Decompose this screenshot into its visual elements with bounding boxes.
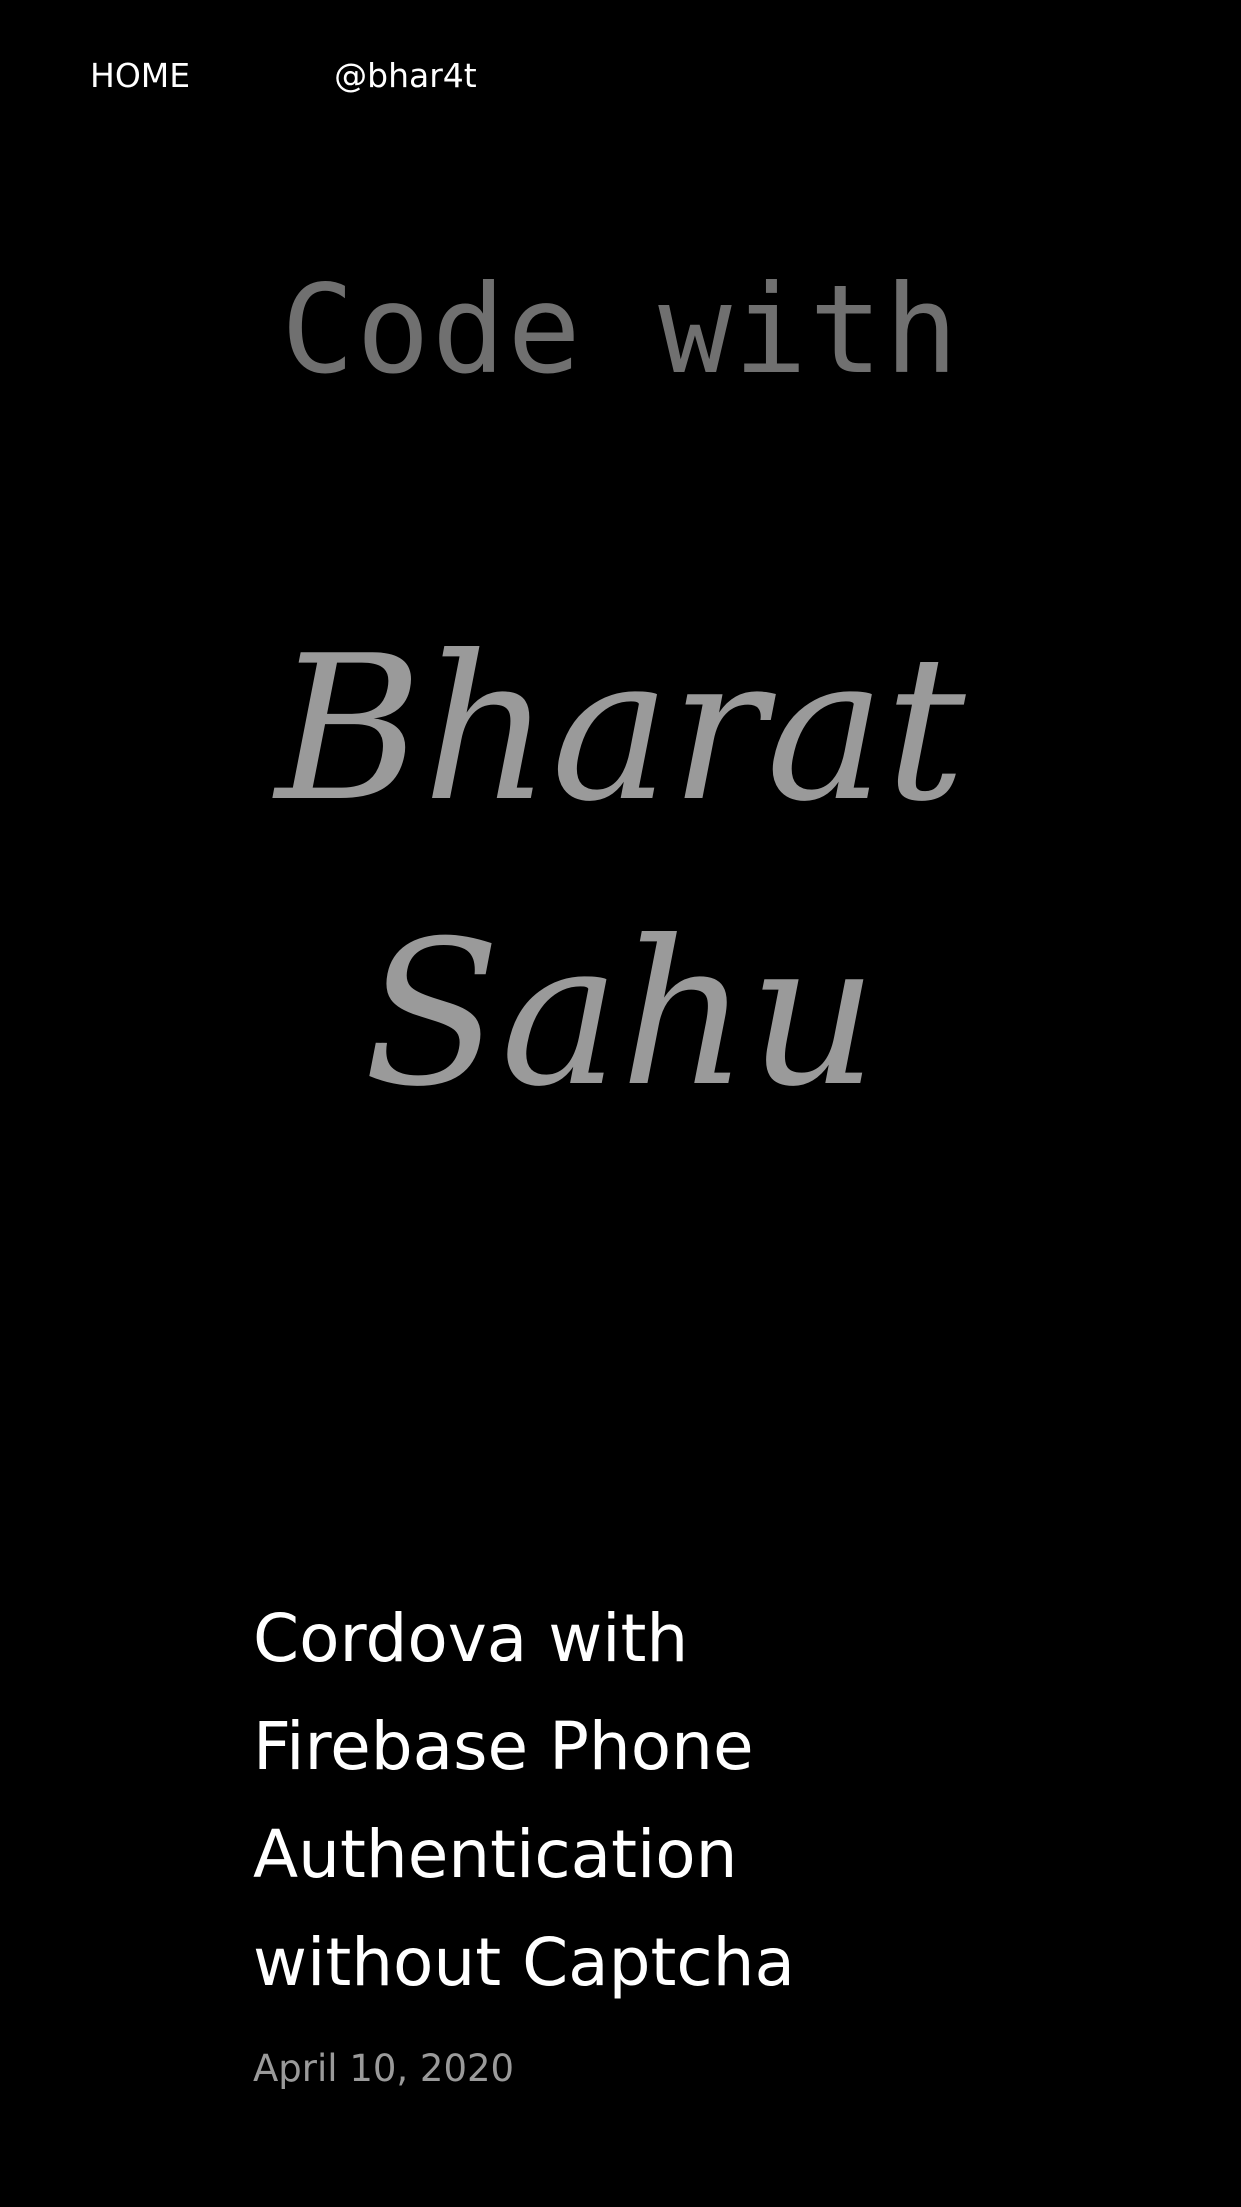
post-date: April 10, 2020 [253, 2047, 515, 2090]
nav-home-link[interactable]: HOME [90, 56, 190, 95]
post-title-link[interactable]: Cordova with Firebase Phone Authenticati… [253, 1600, 795, 2001]
top-nav: HOME @bhar4t [90, 50, 477, 100]
post-title-line: without Captcha [253, 1924, 795, 2001]
hero-code-with: Code with [280, 259, 961, 401]
hero-last-name: Sahu [363, 898, 878, 1131]
nav-handle-link[interactable]: @bhar4t [334, 56, 477, 95]
post-title-line: Firebase Phone [253, 1708, 754, 1785]
post-title: Cordova with Firebase Phone Authenticati… [253, 1585, 973, 2017]
post-title-line: Authentication [253, 1816, 738, 1893]
post-title-line: Cordova with [253, 1600, 689, 1677]
hero-first-name: Bharat [275, 613, 966, 846]
post-card: Cordova with Firebase Phone Authenticati… [253, 1585, 973, 2090]
